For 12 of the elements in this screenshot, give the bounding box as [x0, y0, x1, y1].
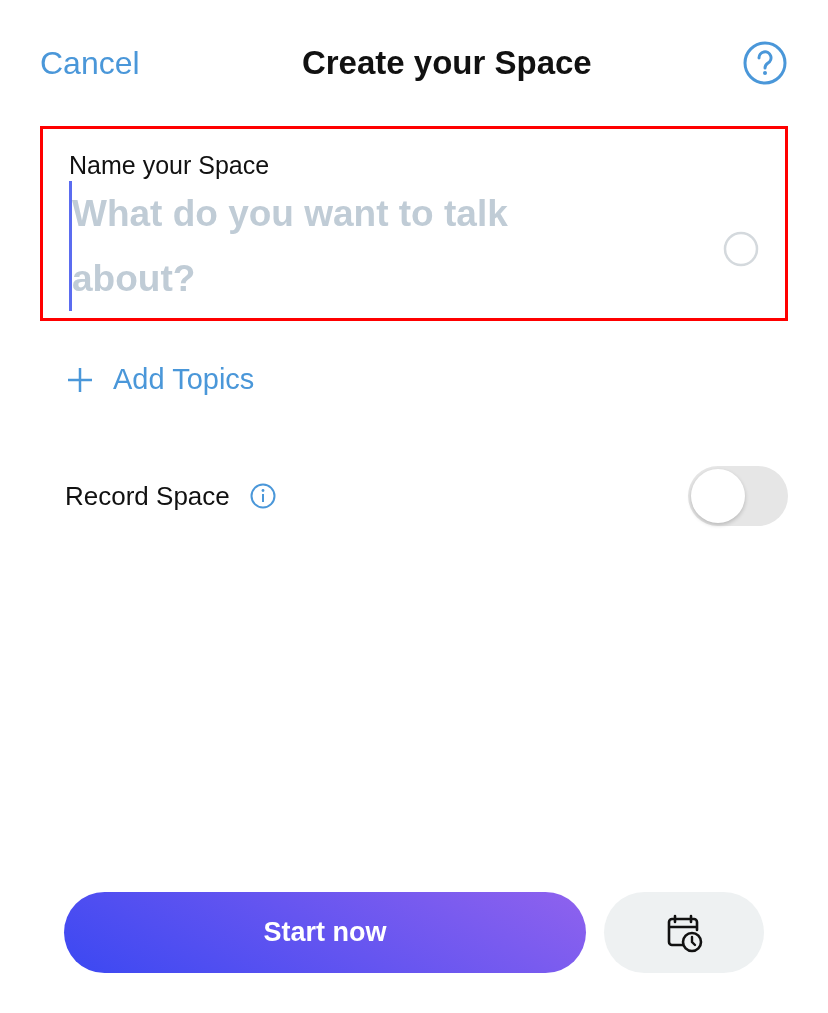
cancel-link[interactable]: Cancel	[40, 44, 140, 82]
info-icon[interactable]	[249, 483, 276, 509]
circle-icon	[723, 230, 759, 267]
record-space-label: Record Space	[65, 480, 230, 512]
start-now-button[interactable]: Start now	[64, 892, 586, 973]
add-topics-link[interactable]: Add Topics	[67, 363, 255, 396]
record-toggle[interactable]	[688, 466, 788, 526]
screen-title: Create your Space	[301, 44, 592, 82]
field-label: Name your Space	[69, 151, 270, 179]
space-name-field[interactable]: Name your Space What do you want to talk about?	[40, 126, 788, 321]
plus-icon	[67, 366, 93, 393]
help-icon[interactable]	[742, 40, 788, 86]
